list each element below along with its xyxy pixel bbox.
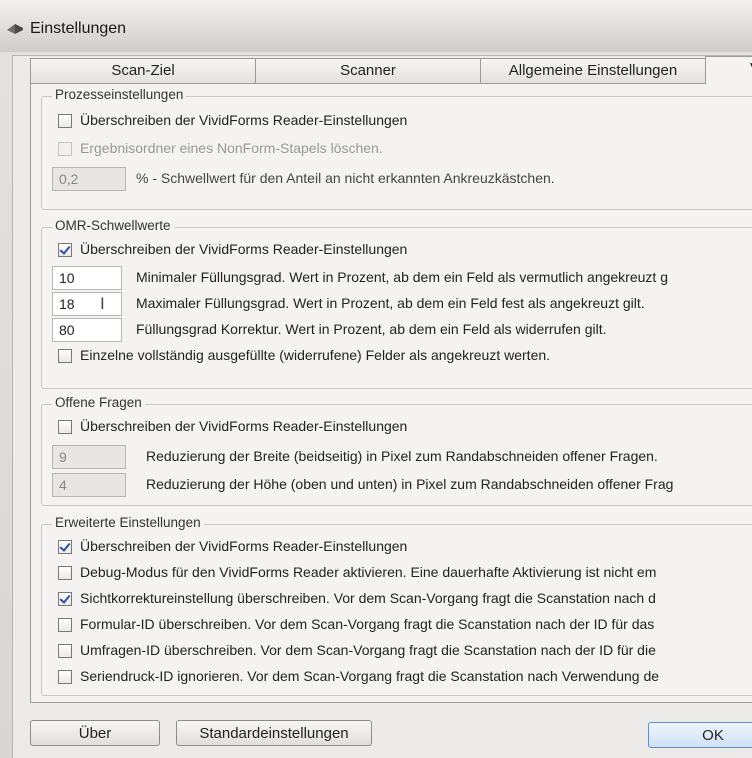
- override-checkbox[interactable]: [58, 540, 72, 554]
- sichtkorrektur-checkbox[interactable]: [58, 592, 72, 606]
- override-label: Überschreiben der VividForms Reader-Eins…: [80, 112, 408, 128]
- correction-description: Füllungsgrad Korrektur. Wert in Prozent,…: [136, 321, 607, 337]
- max-fill-description: Maximaler Füllungsgrad. Wert in Prozent,…: [136, 295, 645, 311]
- threshold-description: % - Schwellwert für den Anteil an nicht …: [136, 170, 555, 186]
- advanced-label: Formular-ID überschreiben. Vor dem Scan-…: [80, 616, 655, 632]
- tab-scan-ziel[interactable]: Scan-Ziel: [30, 58, 256, 83]
- tab-active[interactable]: V: [705, 56, 752, 84]
- threshold-input: 0,2: [52, 167, 126, 191]
- max-fill-input[interactable]: 18: [52, 292, 122, 316]
- group-erweiterte-einstellungen: Erweiterte Einstellungen Überschreiben d…: [41, 515, 752, 696]
- group-legend: OMR-Schwellwerte: [52, 218, 174, 233]
- advanced-label: Umfragen-ID überschreiben. Vor dem Scan-…: [80, 642, 656, 658]
- correction-input[interactable]: 80: [52, 318, 122, 342]
- tab-allgemeine-einstellungen[interactable]: Allgemeine Einstellungen: [480, 58, 706, 83]
- min-fill-description: Minimaler Füllungsgrad. Wert in Prozent,…: [136, 269, 668, 285]
- width-reduction-input: 9: [52, 445, 126, 469]
- window-title: Einstellungen: [30, 20, 127, 37]
- ok-button[interactable]: OK: [648, 722, 752, 748]
- defaults-button[interactable]: Standardeinstellungen: [176, 720, 372, 746]
- override-checkbox[interactable]: [58, 114, 72, 128]
- override-label: Überschreiben der VividForms Reader-Eins…: [80, 241, 408, 257]
- advanced-label: Sichtkorrektureinstellung überschreiben.…: [80, 590, 656, 606]
- tab-scanner[interactable]: Scanner: [255, 58, 481, 83]
- einzeln-checkbox[interactable]: [58, 349, 72, 363]
- debug-checkbox[interactable]: [58, 566, 72, 580]
- width-reduction-description: Reduzierung der Breite (beidseitig) in P…: [146, 448, 658, 464]
- group-legend: Offene Fragen: [52, 395, 145, 410]
- min-fill-input[interactable]: 10: [52, 266, 122, 290]
- group-legend: Prozesseinstellungen: [52, 87, 187, 102]
- umfragen-id-checkbox[interactable]: [58, 644, 72, 658]
- override-checkbox[interactable]: [58, 420, 72, 434]
- title-bar[interactable]: Einstellungen: [0, 0, 752, 52]
- group-prozesseinstellungen: Prozesseinstellungen Überschreiben der V…: [41, 87, 752, 210]
- about-button[interactable]: Über: [30, 720, 160, 746]
- group-legend: Erweiterte Einstellungen: [52, 515, 204, 530]
- advanced-label: Debug-Modus für den VividForms Reader ak…: [80, 564, 657, 580]
- formular-id-checkbox[interactable]: [58, 618, 72, 632]
- advanced-label: Überschreiben der VividForms Reader-Eins…: [80, 538, 408, 554]
- override-checkbox[interactable]: [58, 243, 72, 257]
- app-icon: [7, 24, 23, 34]
- seriendruck-id-checkbox[interactable]: [58, 670, 72, 684]
- nonform-checkbox: [58, 142, 72, 156]
- text-cursor-icon: Ι: [100, 294, 105, 313]
- override-label: Überschreiben der VividForms Reader-Eins…: [80, 418, 408, 434]
- height-reduction-description: Reduzierung der Höhe (oben und unten) in…: [146, 476, 674, 492]
- tab-panel: Prozesseinstellungen Überschreiben der V…: [30, 83, 752, 703]
- settings-window: Einstellungen Scan-Ziel Scanner Allgemei…: [0, 0, 752, 758]
- group-omr-schwellwerte: OMR-Schwellwerte Überschreiben der Vivid…: [41, 218, 752, 389]
- nonform-label: Ergebnisordner eines NonForm-Stapels lös…: [80, 140, 383, 156]
- advanced-label: Seriendruck-ID ignorieren. Vor dem Scan-…: [80, 668, 660, 684]
- height-reduction-input: 4: [52, 473, 126, 497]
- einzeln-label: Einzelne vollständig ausgefüllte (widerr…: [80, 347, 551, 363]
- group-offene-fragen: Offene Fragen Überschreiben der VividFor…: [41, 395, 752, 506]
